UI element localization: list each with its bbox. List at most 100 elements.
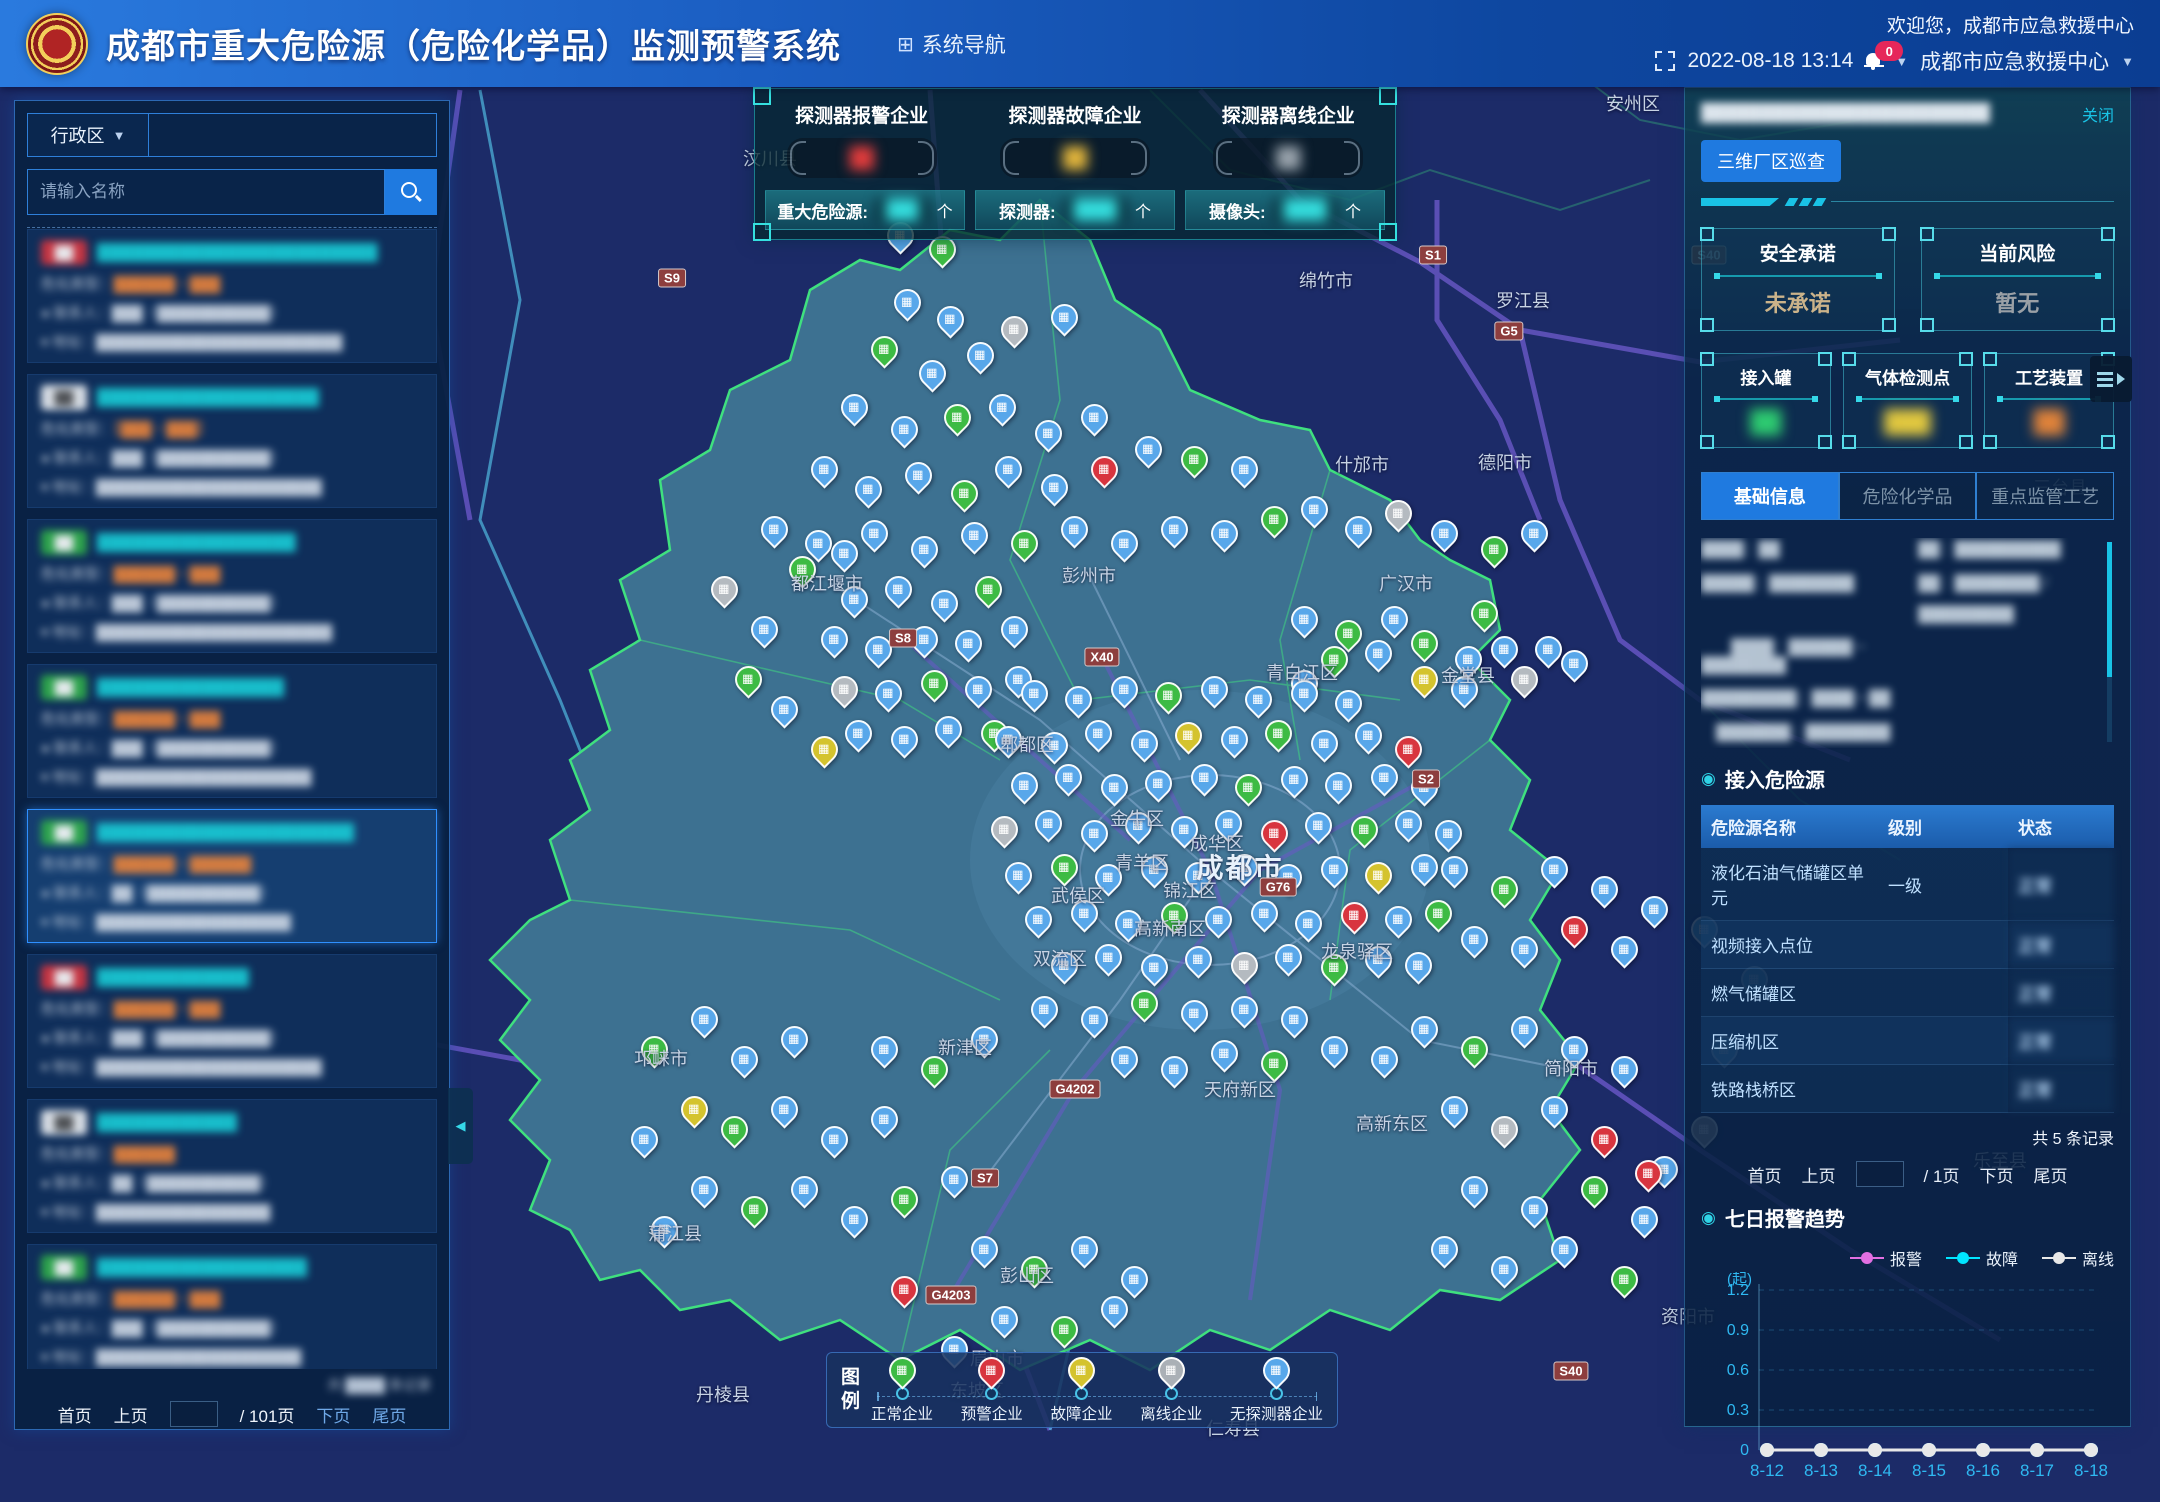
contact-row: ● 联系人：██（███████████） [41,1172,423,1193]
hazard-name: 压缩机区 [1701,1017,1878,1065]
company-name: ██████████████████ [97,1258,307,1277]
hazard-row[interactable]: 视频接入点位正常 [1701,921,2114,969]
building-icon: ▦ [806,532,829,553]
legend-item[interactable]: ▦故障企业 [1050,1357,1112,1424]
last-page-link[interactable]: 尾页 [2033,1162,2067,1187]
tab-危险化学品[interactable]: 危险化学品 [1839,472,1977,520]
legend-marker-icon [2042,1257,2076,1259]
bell-icon[interactable]: 0 [1865,51,1883,71]
legend-item-label: 正常企业 [871,1402,933,1424]
sidebar-collapse-handle[interactable]: ◀ [448,1088,473,1164]
building-icon: ▦ [1022,682,1045,703]
current-risk-box: 当前风险 暂无 [1921,228,2115,331]
hazard-row[interactable]: 液化石油气储罐区单元一级正常 [1701,848,2114,921]
next-page-link[interactable]: 下页 [316,1402,350,1427]
trend-legend-item[interactable]: 离线 [2042,1246,2114,1270]
legend-item[interactable]: ▦无探测器企业 [1230,1357,1323,1424]
last-page-link[interactable]: 尾页 [372,1402,406,1427]
system-nav-button[interactable]: ⊞ 系统导航 [897,29,1006,59]
company-sidebar: 行政区 ▼ ██████████████████████████危化类型：███… [14,100,450,1430]
building-icon: ▦ [832,542,855,563]
hazard-level [1878,921,2008,969]
next-page-link[interactable]: 下页 [1979,1162,2013,1187]
3d-patrol-button[interactable]: 三维厂区巡查 [1701,140,1841,182]
company-card[interactable]: ██████████████████████████危化类型：██████－██… [27,229,437,363]
legend-item[interactable]: ▦离线企业 [1140,1357,1202,1424]
first-page-link[interactable]: 首页 [1748,1162,1782,1187]
search-button[interactable] [385,169,437,215]
legend-marker-icon [1946,1257,1980,1259]
close-panel-link[interactable]: 关闭 [2082,102,2114,126]
metric-value: ██ [1702,409,1830,435]
building-icon: ▦ [1592,878,1615,899]
hazard-level [1878,1017,2008,1065]
company-card[interactable]: ██████████████危化类型：██████● 联系人：██（██████… [27,1099,437,1233]
building-icon: ▦ [1162,1058,1185,1079]
trend-legend-item[interactable]: 故障 [1946,1246,2018,1270]
metric-label: 接入罐 [1702,364,1830,389]
building-icon: ▦ [1182,1002,1205,1023]
counter-unit: 个 [1135,198,1151,222]
panel-collapse-button[interactable] [2090,356,2132,402]
prev-page-link[interactable]: 上页 [114,1402,148,1427]
page-number-input[interactable] [170,1401,218,1427]
first-page-link[interactable]: 首页 [58,1402,92,1427]
prev-page-link[interactable]: 上页 [1802,1162,1836,1187]
building-icon: ▦ [1252,902,1275,923]
building-icon: ▦ [1126,814,1149,835]
trend-legend-item[interactable]: 报警 [1850,1246,1922,1270]
page-number-input[interactable] [1856,1161,1904,1187]
search-input[interactable] [27,169,385,215]
status-badge: ██ [41,675,87,700]
building-icon: ▦ [972,1028,995,1049]
company-card[interactable]: ███████████████危化类型：██████－███● 联系人：███（… [27,954,437,1088]
company-card[interactable]: █████████████████████危化类型：【███－███】● 联系人… [27,374,437,508]
building-icon: ▦ [992,1308,1015,1329]
stat-label: 探测器报警企业 [795,101,928,128]
hazard-status: 正常 [2008,848,2114,921]
hazard-row[interactable]: 压缩机区正常 [1701,1017,2114,1065]
legend-item[interactable]: ▦正常企业 [871,1357,933,1424]
tab-重点监管工艺[interactable]: 重点监管工艺 [1976,472,2114,520]
building-icon: ▦ [952,482,975,503]
counter-label: 重大危险源: [777,198,868,223]
status-badge: ██ [41,385,87,410]
address-row: ▾ 地址：█████████████████ [41,1201,423,1222]
building-icon: ▦ [1002,318,1025,339]
building-icon: ▦ [1142,858,1165,879]
legend-item-label: 故障企业 [1050,1402,1112,1424]
stat-column: 探测器报警企业██ [767,101,957,178]
status-badge: ██ [41,965,87,990]
scrollbar[interactable] [2107,542,2112,742]
org-menu[interactable]: 成都市应急救援中心 [1920,46,2109,76]
counter-label: 探测器: [999,198,1056,223]
building-icon: ▦ [692,1178,715,1199]
building-icon: ▦ [1482,538,1505,559]
enterprise-detail-panel: ████████████████████████ 关闭 三维厂区巡查 安全承诺 … [1684,87,2131,1427]
company-card[interactable]: ███████████████████危化类型：██████－███● 联系人：… [27,519,437,653]
building-icon: ▦ [1052,856,1075,877]
info-row: ████：██████－████████ [1701,636,2096,674]
info-row: ████：████：██████████ [1701,538,2096,559]
page-total-label: / 101页 [240,1402,295,1427]
hazard-row[interactable]: 铁路栈桥区正常 [1701,1065,2114,1113]
address-row: ▾ 地址：███████████████████ [41,911,423,932]
fullscreen-icon[interactable] [1655,51,1675,71]
hazard-row[interactable]: 燃气储罐区正常 [1701,969,2114,1017]
company-card[interactable]: ████████████████████危化类型：██████－███● 联系人… [27,1244,437,1369]
district-value-input[interactable] [149,113,437,157]
building-icon: ▦ [1032,998,1055,1019]
company-card[interactable]: ████████████████████████危化类型：██████－████… [27,809,437,943]
district-filter-dropdown[interactable]: 行政区 ▼ [27,113,149,157]
building-icon: ▦ [752,618,775,639]
building-icon: ▦ [920,362,943,383]
building-icon: ▦ [1382,608,1405,629]
trend-section-title: 七日报警趋势 [1725,1203,1845,1232]
building-icon: ▦ [1036,422,1059,443]
building-icon: ▦ [968,344,991,365]
legend-item[interactable]: ▦预警企业 [961,1357,1023,1424]
building-icon: ▦ [812,458,835,479]
building-icon: ▦ [1452,678,1475,699]
company-card[interactable]: ██████████████████危化类型：██████－███● 联系人：█… [27,664,437,798]
tab-基础信息[interactable]: 基础信息 [1701,472,1839,520]
